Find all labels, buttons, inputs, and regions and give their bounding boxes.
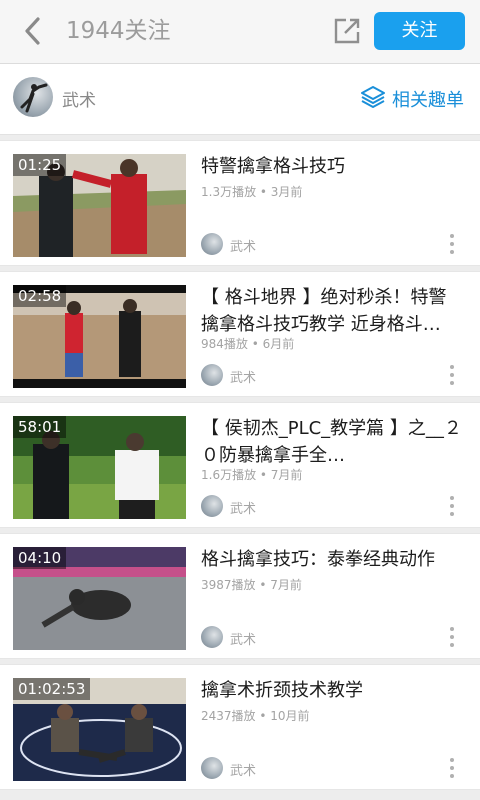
more-options-icon[interactable] — [447, 627, 457, 653]
channel-name: 武术 — [62, 91, 96, 111]
author-avatar — [201, 757, 223, 779]
more-options-icon[interactable] — [447, 365, 457, 391]
author-name: 武术 — [230, 371, 257, 386]
video-meta: 1.3万播放 • 3月前 — [201, 185, 303, 199]
video-item[interactable]: 02:58 【 格斗地界 】绝对秒杀！特警擒拿格斗技巧教学 近身格斗… 984播… — [0, 271, 480, 397]
follow-button[interactable]: 关注 — [374, 12, 465, 50]
video-title[interactable]: 格斗擒拿技巧：泰拳经典动作 — [201, 546, 463, 573]
more-options-icon[interactable] — [447, 496, 457, 522]
video-title[interactable]: 擒拿术折颈技术教学 — [201, 677, 463, 704]
video-item[interactable]: 04:10 格斗擒拿技巧：泰拳经典动作 3987播放 • 7月前 武术 — [0, 533, 480, 659]
layers-icon — [361, 86, 385, 108]
video-thumbnail[interactable]: 01:02:53 — [13, 678, 186, 781]
author-avatar — [201, 495, 223, 517]
author-name: 武术 — [230, 502, 257, 517]
video-item[interactable]: 01:25 特警擒拿格斗技巧 1.3万播放 • 3月前 武术 — [0, 140, 480, 266]
video-title[interactable]: 【 侯韧杰_PLC_教学篇 】之__２０防暴擒拿手全… — [201, 415, 463, 469]
video-duration: 02:58 — [13, 285, 67, 307]
video-title[interactable]: 特警擒拿格斗技巧 — [201, 153, 463, 180]
video-thumbnail[interactable]: 02:58 — [13, 285, 186, 388]
more-options-icon[interactable] — [447, 234, 457, 260]
back-arrow-icon[interactable] — [18, 14, 48, 48]
channel-avatar — [13, 77, 53, 117]
channel-row[interactable]: 武术 相关趣单 — [0, 64, 480, 135]
video-meta: 984播放 • 6月前 — [201, 337, 295, 351]
video-duration: 04:10 — [13, 547, 67, 569]
video-duration: 58:01 — [13, 416, 67, 438]
video-duration: 01:25 — [13, 154, 67, 176]
video-item[interactable]: 58:01 【 侯韧杰_PLC_教学篇 】之__２０防暴擒拿手全… 1.6万播放… — [0, 402, 480, 528]
author-name: 武术 — [230, 764, 257, 779]
video-meta: 3987播放 • 7月前 — [201, 578, 302, 592]
video-thumbnail[interactable]: 01:25 — [13, 154, 186, 257]
video-thumbnail[interactable]: 04:10 — [13, 547, 186, 650]
author-name: 武术 — [230, 633, 257, 648]
author-name: 武术 — [230, 240, 257, 255]
video-meta: 2437播放 • 10月前 — [201, 709, 310, 723]
author-avatar — [201, 233, 223, 255]
video-meta: 1.6万播放 • 7月前 — [201, 468, 303, 482]
video-title[interactable]: 【 格斗地界 】绝对秒杀！特警擒拿格斗技巧教学 近身格斗… — [201, 284, 463, 338]
video-duration: 01:02:53 — [13, 678, 91, 700]
video-thumbnail[interactable]: 58:01 — [13, 416, 186, 519]
more-options-icon[interactable] — [447, 758, 457, 784]
author-avatar — [201, 364, 223, 386]
related-lists-label: 相关趣单 — [392, 90, 464, 111]
page-title: 1944关注 — [66, 18, 171, 44]
video-item[interactable]: 01:02:53 擒拿术折颈技术教学 2437播放 • 10月前 武术 — [0, 664, 480, 790]
author-avatar — [201, 626, 223, 648]
share-icon[interactable] — [332, 16, 362, 46]
top-bar: 1944关注 关注 — [0, 0, 480, 64]
